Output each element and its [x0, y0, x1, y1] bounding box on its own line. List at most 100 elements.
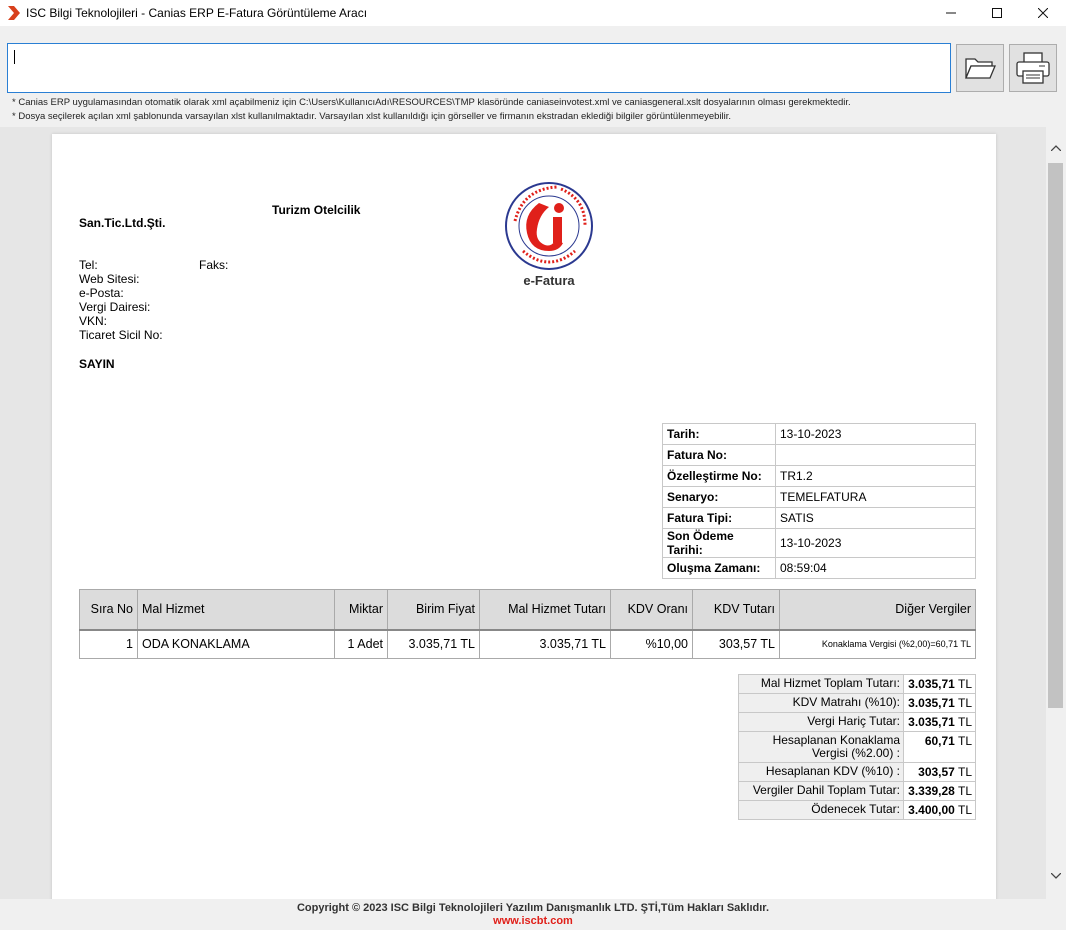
vertical-scrollbar[interactable]: [1046, 127, 1066, 899]
printer-icon: [1016, 52, 1050, 84]
col-header: KDV Tutarı: [692, 589, 780, 630]
total-value-cell: 3.035,71 TL: [903, 674, 976, 694]
info-key: Özelleştirme No:: [662, 465, 776, 487]
info-value: TR1.2: [775, 465, 976, 487]
cell-diger-vergiler: Konaklama Vergisi (%2,00)=60,71 TL: [779, 628, 976, 659]
window-title: ISC Bilgi Teknolojileri - Canias ERP E-F…: [26, 6, 368, 20]
totals-row: Vergiler Dahil Toplam Tutar: 3.339,28 TL: [738, 781, 976, 801]
info-key: Fatura No:: [662, 444, 776, 466]
col-header: Diğer Vergiler: [779, 589, 976, 630]
info-key: Senaryo:: [662, 486, 776, 508]
info-key: Tarih:: [662, 423, 776, 445]
info-value: SATIS: [775, 507, 976, 529]
cell-kdv-tutari: 303,57 TL: [692, 628, 780, 659]
efatura-label: e-Fatura: [523, 273, 575, 288]
info-note-1: * Canias ERP uygulamasından otomatik ola…: [12, 97, 851, 108]
app-logo-icon: [8, 6, 20, 20]
total-value: 60,71: [924, 734, 955, 748]
email-label: e-Posta:: [79, 286, 124, 300]
invoice-info-table: Tarih: 13-10-2023 Fatura No: Özelleştirme…: [662, 423, 976, 579]
total-value-cell: 3.400,00 TL: [903, 800, 976, 820]
total-value-cell: 3.339,28 TL: [903, 781, 976, 801]
cell-birim-fiyat: 3.035,71 TL: [387, 628, 480, 659]
info-row: Son Ödeme Tarihi: 13-10-2023: [662, 528, 976, 558]
minimize-icon: [946, 12, 956, 14]
total-unit: TL: [957, 734, 972, 748]
total-key: Hesaplanan Konaklama Vergisi (%2.00) :: [738, 731, 904, 763]
maximize-icon: [992, 8, 1002, 18]
info-row: Özelleştirme No: TR1.2: [662, 465, 976, 487]
close-icon: [1038, 8, 1048, 18]
info-value: 08:59:04: [775, 557, 976, 579]
total-unit: TL: [957, 765, 972, 779]
table-header-row: Sıra No Mal Hizmet Miktar Birim Fiyat Ma…: [79, 589, 976, 630]
chevron-up-icon: [1051, 145, 1061, 151]
invoice-viewer[interactable]: San.Tic.Ltd.Şti. Turizm Otelcilik e-Fatu…: [0, 127, 1066, 899]
copyright-text: Copyright © 2023 ISC Bilgi Teknolojileri…: [296, 902, 770, 914]
scroll-thumb[interactable]: [1048, 163, 1063, 708]
totals-row: Ödenecek Tutar: 3.400,00 TL: [738, 800, 976, 820]
info-key: Son Ödeme Tarihi:: [662, 528, 776, 558]
cell-miktar: 1 Adet: [334, 628, 388, 659]
total-value: 303,57: [918, 765, 955, 779]
total-value: 3.339,28: [908, 784, 955, 798]
col-header: Mal Hizmet: [137, 589, 335, 630]
info-key: Fatura Tipi:: [662, 507, 776, 529]
fax-label: Faks:: [199, 258, 229, 272]
total-key: Vergiler Dahil Toplam Tutar:: [738, 781, 904, 801]
table-row: 1 ODA KONAKLAMA 1 Adet 3.035,71 TL 3.035…: [79, 628, 976, 659]
total-value-cell: 3.035,71 TL: [903, 693, 976, 713]
recipient-heading: SAYIN: [79, 357, 115, 371]
title-bar: ISC Bilgi Teknolojileri - Canias ERP E-F…: [0, 0, 1066, 26]
vkn-label: VKN:: [79, 314, 108, 328]
open-file-button[interactable]: [956, 44, 1004, 92]
invoice-paper: San.Tic.Ltd.Şti. Turizm Otelcilik e-Fatu…: [52, 134, 996, 899]
cell-sira: 1: [79, 628, 138, 659]
website-link[interactable]: www.iscbt.com: [0, 915, 1066, 927]
line-items-table: Sıra No Mal Hizmet Miktar Birim Fiyat Ma…: [79, 589, 976, 659]
totals-table: Mal Hizmet Toplam Tutarı: 3.035,71 TL KDV…: [738, 674, 976, 820]
info-value: 13-10-2023: [775, 423, 976, 445]
total-value: 3.035,71: [908, 715, 955, 729]
totals-row: Vergi Hariç Tutar: 3.035,71 TL: [738, 712, 976, 732]
info-value: [775, 444, 976, 466]
totals-row: KDV Matrahı (%10): 3.035,71 TL: [738, 693, 976, 713]
cell-kdv-orani: %10,00: [610, 628, 693, 659]
total-value: 3.400,00: [908, 803, 955, 817]
close-button[interactable]: [1020, 0, 1066, 26]
window-controls: [928, 0, 1066, 26]
file-path-input[interactable]: [7, 43, 951, 93]
scroll-up-button[interactable]: [1046, 139, 1066, 157]
info-row: Senaryo: TEMELFATURA: [662, 486, 976, 508]
total-key: Ödenecek Tutar:: [738, 800, 904, 820]
total-unit: TL: [957, 784, 972, 798]
info-key: Oluşma Zamanı:: [662, 557, 776, 579]
col-header: Miktar: [334, 589, 388, 630]
total-value: 3.035,71: [908, 696, 955, 710]
total-value-cell: 60,71 TL: [903, 731, 976, 763]
total-key: KDV Matrahı (%10):: [738, 693, 904, 713]
total-unit: TL: [957, 715, 972, 729]
col-header: Mal Hizmet Tutarı: [479, 589, 611, 630]
col-header: Birim Fiyat: [387, 589, 480, 630]
tel-label: Tel:: [79, 258, 98, 272]
folder-open-icon: [965, 58, 996, 79]
maximize-button[interactable]: [974, 0, 1020, 26]
text-caret: [14, 50, 15, 64]
contact-block: Tel: Web Sitesi: e-Posta: Vergi Dairesi:…: [79, 258, 163, 342]
info-row: Fatura Tipi: SATIS: [662, 507, 976, 529]
totals-row: Mal Hizmet Toplam Tutarı: 3.035,71 TL: [738, 674, 976, 694]
info-row: Tarih: 13-10-2023: [662, 423, 976, 445]
trade-reg-label: Ticaret Sicil No:: [79, 328, 163, 342]
minimize-button[interactable]: [928, 0, 974, 26]
info-value: TEMELFATURA: [775, 486, 976, 508]
total-value: 3.035,71: [908, 677, 955, 691]
company-sector: Turizm Otelcilik: [272, 203, 361, 217]
info-row: Fatura No:: [662, 444, 976, 466]
total-unit: TL: [957, 803, 972, 817]
print-button[interactable]: [1009, 44, 1057, 92]
scroll-down-button[interactable]: [1046, 867, 1066, 885]
info-note-2: * Dosya seçilerek açılan xml şablonunda …: [12, 111, 731, 122]
totals-row: Hesaplanan Konaklama Vergisi (%2.00) :60…: [738, 731, 976, 763]
total-unit: TL: [957, 696, 972, 710]
